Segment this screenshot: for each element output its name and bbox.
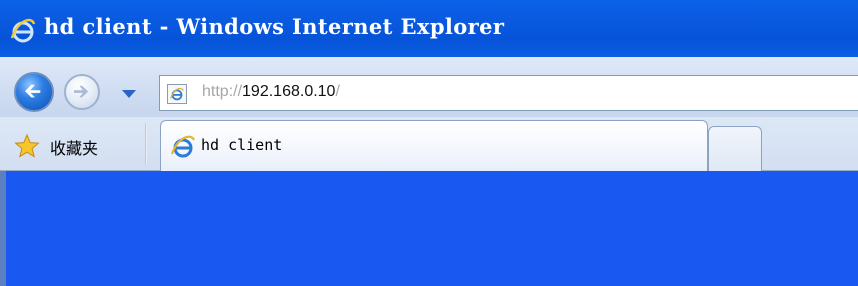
ie-logo-icon (170, 135, 196, 158)
forward-arrow-icon (74, 85, 89, 98)
forward-button[interactable] (64, 74, 100, 110)
back-arrow-icon (25, 84, 41, 98)
navigation-bar: http://192.168.0.10/ (0, 57, 858, 117)
ie-logo-icon (10, 18, 36, 43)
address-bar[interactable]: http://192.168.0.10/ (159, 75, 858, 111)
browser-window: hd client - Windows Internet Explorer ht… (0, 0, 858, 286)
window-title: hd client - Windows Internet Explorer (44, 14, 505, 39)
title-bar[interactable]: hd client - Windows Internet Explorer (0, 0, 858, 57)
url-trail: / (335, 83, 340, 100)
address-url[interactable]: http://192.168.0.10/ (202, 83, 340, 101)
chevron-down-icon[interactable] (120, 87, 138, 101)
back-button[interactable] (14, 72, 54, 112)
tab-hd-client[interactable]: hd client (160, 120, 708, 171)
toolbar-separator (145, 123, 147, 165)
page-content (0, 171, 858, 286)
favorites-label: 收藏夹 (50, 139, 99, 158)
ie-page-icon (167, 84, 187, 104)
url-host: 192.168.0.10 (242, 83, 336, 100)
tab-label: hd client (201, 136, 283, 154)
window-left-border (0, 171, 6, 286)
new-tab-button[interactable] (708, 126, 762, 171)
star-icon (14, 133, 40, 158)
tab-bar: 收藏夹 hd client (0, 117, 858, 171)
url-scheme: http:// (202, 83, 243, 100)
